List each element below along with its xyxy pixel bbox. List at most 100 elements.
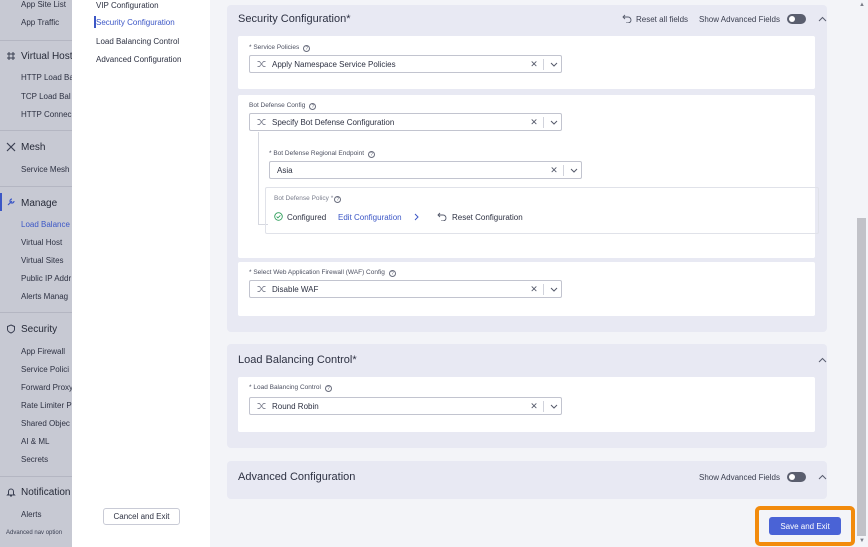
help-icon[interactable]: ? [303,45,311,52]
nav-item-tcp-lb[interactable]: TCP Load Bal [21,92,71,101]
nav-item-app-firewall[interactable]: App Firewall [21,347,65,356]
nav-item-app-site-list[interactable]: App Site List [21,0,66,9]
app-sidebar: App Site List App Traffic Virtual Host H… [0,0,72,547]
nav-item-secrets[interactable]: Secrets [21,455,48,464]
waf-label: * Select Web Application Firewall (WAF) … [249,269,396,277]
scrollbar-thumb[interactable] [857,218,866,536]
scroll-down-icon[interactable]: ▼ [859,538,865,544]
chevron-down-icon[interactable] [567,168,581,173]
clear-icon[interactable]: ✕ [528,59,540,70]
reset-icon[interactable] [622,14,632,25]
toc-item-load-balancing[interactable]: Load Balancing Control [96,37,179,46]
wrench-icon [6,197,16,207]
help-icon[interactable]: ? [368,151,376,158]
bot-defense-endpoint-select[interactable]: Asia ✕ [269,161,582,179]
nav-divider [0,186,72,187]
bot-defense-policy-status: Configured [287,213,327,222]
select-separator [543,283,544,295]
reset-configuration-link[interactable]: Reset Configuration [452,213,523,222]
bot-defense-endpoint-value: Asia [277,165,293,175]
load-balancing-section: Load Balancing Control* * Load Balancing… [227,344,827,448]
chevron-down-icon[interactable] [547,62,561,67]
config-modal: VIP Configuration Security Configuration… [72,0,868,547]
nav-group-manage[interactable]: Manage [21,198,57,209]
nav-item-http-connect[interactable]: HTTP Connec [21,110,72,119]
nav-item-service-mesh[interactable]: Service Mesh [21,165,69,174]
clear-icon[interactable]: ✕ [528,117,540,128]
bot-defense-config-label: Bot Defense Config? [249,102,317,110]
chevron-up-icon[interactable] [818,473,827,482]
chevron-up-icon[interactable] [818,356,827,365]
chevron-down-icon[interactable] [547,120,561,125]
toc-item-security[interactable]: Security Configuration [96,18,175,27]
nav-item-virtual-host[interactable]: Virtual Host [21,238,62,247]
show-advanced-toggle[interactable] [787,14,806,24]
security-section: Security Configuration* Reset all fields… [227,5,827,332]
chevron-down-icon[interactable] [547,287,561,292]
nav-item-rate-limiter[interactable]: Rate Limiter P [21,401,72,410]
tree-connector [258,132,259,225]
toc-item-advanced[interactable]: Advanced Configuration [96,55,181,64]
toc-item-vip[interactable]: VIP Configuration [96,1,159,10]
nav-item-virtual-sites[interactable]: Virtual Sites [21,256,64,265]
select-separator [543,400,544,412]
chevron-down-icon[interactable] [547,404,561,409]
shield-icon [6,324,16,334]
show-advanced-label: Show Advanced Fields [699,15,780,24]
nav-item-app-traffic[interactable]: App Traffic [21,18,59,27]
select-separator [543,116,544,128]
chevron-right-icon[interactable] [414,213,419,223]
nav-item-http-lb[interactable]: HTTP Load Ba [21,73,72,82]
bot-defense-config-value: Specify Bot Defense Configuration [272,117,395,127]
reset-icon[interactable] [437,212,447,223]
service-policies-label: * Service Policies? [249,44,311,52]
nav-item-public-ip[interactable]: Public IP Addr [21,274,71,283]
nav-item-service-policies[interactable]: Service Polici [21,365,69,374]
load-balancing-card: * Load Balancing Control? Round Robin ✕ [238,377,815,432]
show-advanced-toggle[interactable] [787,472,806,482]
section-toc: VIP Configuration Security Configuration… [77,0,205,82]
clear-icon[interactable]: ✕ [528,284,540,295]
select-separator [563,164,564,176]
load-balancing-select[interactable]: Round Robin ✕ [249,397,562,415]
nav-divider [0,476,72,477]
help-icon[interactable]: ? [324,385,332,392]
nav-group-security[interactable]: Security [21,324,57,335]
waf-select[interactable]: Disable WAF ✕ [249,280,562,298]
bot-defense-card: Bot Defense Config? Specify Bot Defense … [238,95,819,258]
advanced-section: Advanced Configuration Show Advanced Fie… [227,461,827,499]
cancel-button[interactable]: Cancel and Exit [103,508,180,525]
save-and-exit-button[interactable]: Save and Exit [769,517,841,535]
nav-group-notifications[interactable]: Notification [21,487,70,498]
nav-group-virtual-host[interactable]: Virtual Host [21,51,72,62]
help-icon[interactable]: ? [309,103,317,110]
nav-item-ai-ml[interactable]: AI & ML [21,437,49,446]
nav-item-shared-objects[interactable]: Shared Objec [21,419,70,428]
help-icon[interactable]: ? [334,196,342,203]
reset-all-fields-link[interactable]: Reset all fields [636,15,688,24]
load-balancing-value: Round Robin [272,401,319,411]
nav-group-mesh[interactable]: Mesh [21,142,45,153]
clear-icon[interactable]: ✕ [548,165,560,176]
bot-defense-policy-label: Bot Defense Policy *? [274,195,342,203]
nav-divider [0,130,72,131]
scrollbar[interactable]: ▲ ▼ [856,0,868,547]
help-icon[interactable]: ? [388,270,396,277]
nav-item-alerts[interactable]: Alerts [21,510,41,519]
nav-footnote: Advanced nav option [6,530,63,536]
nav-item-forward-proxy[interactable]: Forward Proxy [21,383,72,392]
bot-defense-policy-box: Bot Defense Policy *? Configured Edit Co… [265,187,819,234]
scroll-up-icon[interactable]: ▲ [859,2,865,8]
nav-item-alerts-management[interactable]: Alerts Manag [21,292,68,301]
nav-divider [0,40,72,41]
chevron-up-icon[interactable] [818,15,827,24]
nav-item-load-balancers[interactable]: Load Balance [21,220,70,229]
check-circle-icon [274,212,283,223]
edit-configuration-link[interactable]: Edit Configuration [338,213,402,222]
select-separator [543,58,544,70]
bot-defense-config-select[interactable]: Specify Bot Defense Configuration ✕ [249,113,562,131]
clear-icon[interactable]: ✕ [528,401,540,412]
shuffle-icon [250,402,272,410]
security-section-title: Security Configuration* [238,13,351,25]
service-policies-select[interactable]: Apply Namespace Service Policies ✕ [249,55,562,73]
